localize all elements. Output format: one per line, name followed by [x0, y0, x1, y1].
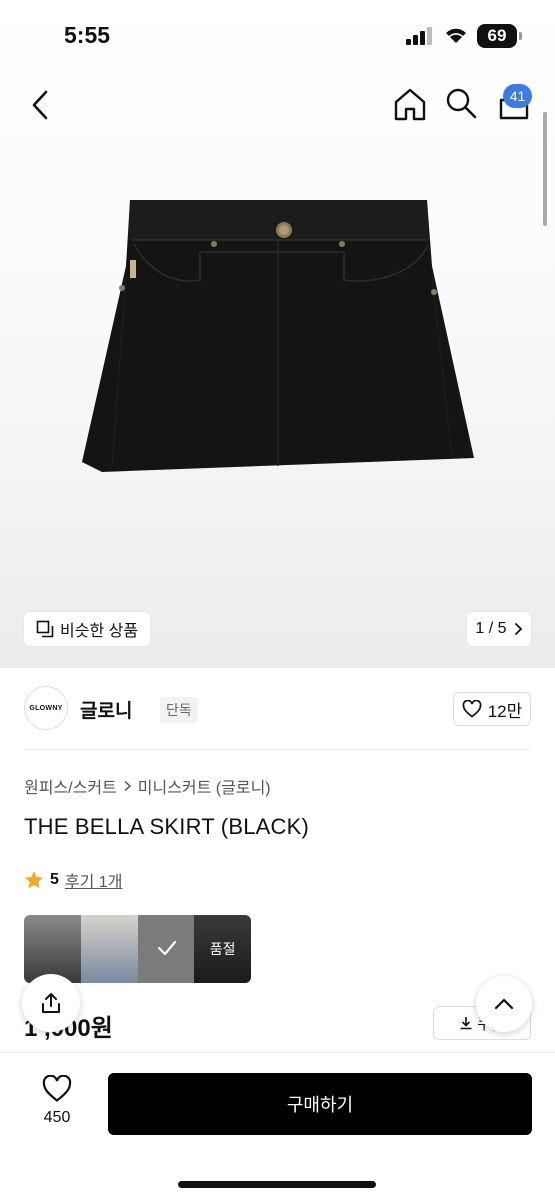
- signal-icon: [406, 27, 434, 45]
- scroll-to-top-button[interactable]: [476, 976, 532, 1032]
- option-thumbnail-sold-out[interactable]: 품절: [194, 915, 251, 983]
- divider: [24, 749, 531, 750]
- similar-icon: [36, 620, 54, 638]
- similar-products-label: 비슷한 상품: [60, 623, 139, 640]
- product-image[interactable]: [82, 196, 474, 476]
- brand-like-button[interactable]: 12만: [453, 692, 531, 726]
- home-icon[interactable]: [392, 86, 428, 122]
- brand-like-count: 12만: [487, 701, 523, 721]
- brand-row: GLOWNY 글로니 단독 12만: [24, 686, 531, 734]
- search-icon[interactable]: [444, 86, 478, 120]
- color-options: 품절: [24, 915, 251, 983]
- home-indicator: [178, 1181, 376, 1188]
- product-hero: 5:55 69 41 비슷한 상품 1 / 5: [0, 0, 555, 668]
- check-icon: [157, 940, 176, 956]
- rating-score: 5: [50, 871, 59, 888]
- chevron-right-icon: [124, 780, 131, 792]
- breadcrumb-category[interactable]: 원피스/스커트: [24, 774, 117, 798]
- brand-logo[interactable]: GLOWNY: [24, 686, 68, 730]
- review-count-link[interactable]: 후기 1개: [65, 868, 123, 892]
- chevron-up-icon: [494, 998, 514, 1010]
- cart-count-badge: 41: [503, 84, 532, 108]
- share-button[interactable]: [22, 974, 80, 1032]
- option-thumbnail-selected[interactable]: [137, 915, 195, 983]
- share-icon: [42, 993, 60, 1013]
- wishlist-button[interactable]: 450: [36, 1075, 78, 1127]
- image-pager[interactable]: 1 / 5: [467, 612, 531, 646]
- battery-indicator: 69: [477, 24, 522, 48]
- exclusive-badge: 단독: [160, 697, 198, 723]
- buy-button[interactable]: 구매하기: [108, 1073, 532, 1135]
- product-title: THE BELLA SKIRT (BLACK): [24, 814, 310, 839]
- option-thumbnail[interactable]: [80, 915, 138, 983]
- breadcrumb: 원피스/스커트 미니스커트 (글로니): [24, 774, 271, 798]
- heart-icon: [462, 700, 482, 718]
- breadcrumb-subcategory[interactable]: 미니스커트 (글로니): [138, 774, 271, 798]
- heart-icon: [42, 1075, 72, 1102]
- wishlist-count: 450: [43, 1109, 71, 1126]
- pager-label: 1 / 5: [475, 620, 507, 637]
- back-icon[interactable]: [26, 88, 56, 122]
- brand-name[interactable]: 글로니: [80, 696, 132, 723]
- scrollbar[interactable]: [543, 112, 547, 226]
- star-icon: [25, 871, 43, 889]
- sold-out-label: 품절: [209, 941, 236, 957]
- wifi-icon: [446, 28, 466, 43]
- rating-row: 5 후기 1개: [24, 868, 122, 892]
- option-thumbnail[interactable]: [24, 915, 81, 983]
- similar-products-button[interactable]: 비슷한 상품: [24, 612, 151, 646]
- download-icon: [460, 1017, 472, 1030]
- chevron-right-icon: [514, 623, 522, 635]
- status-time: 5:55: [64, 22, 111, 48]
- status-bar: 5:55 69: [0, 0, 555, 70]
- bottom-action-bar: 450 구매하기: [0, 1052, 555, 1200]
